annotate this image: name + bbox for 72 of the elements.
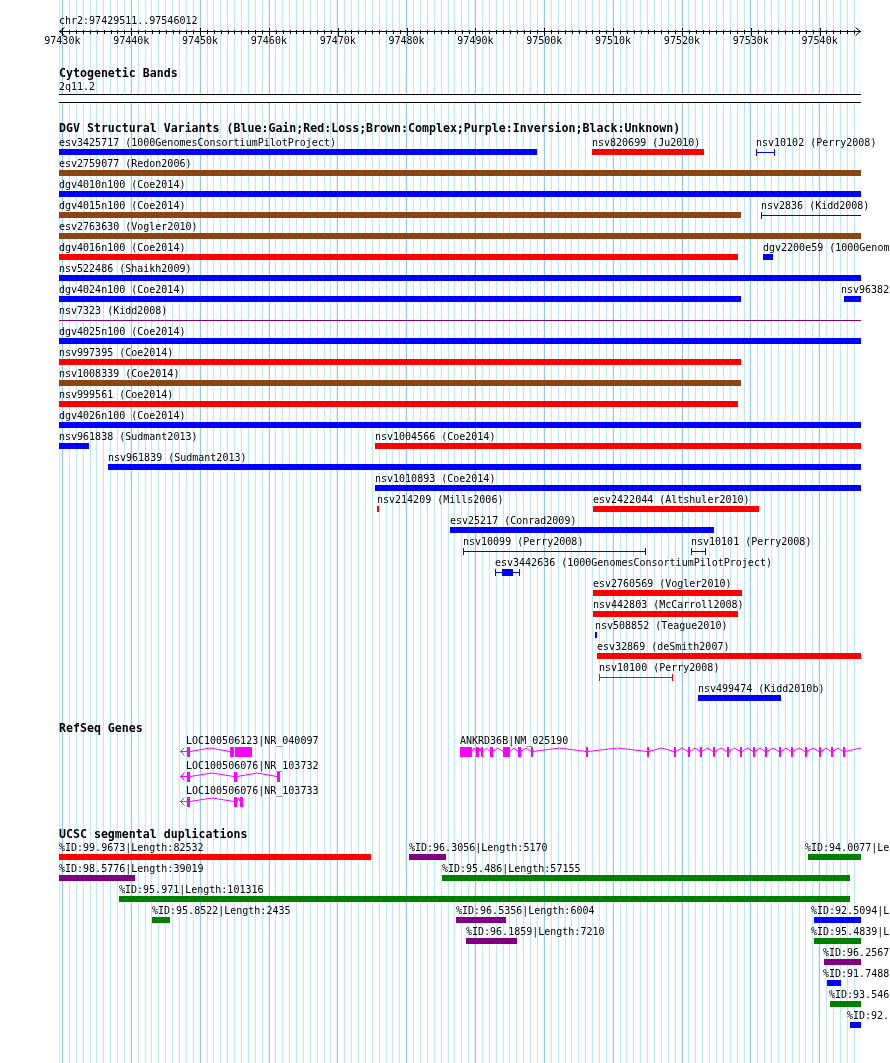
variant-label: dgv2200e59 (1000Genom bbox=[763, 242, 890, 254]
duplication-label: %ID:95.8522|Length:2435 bbox=[152, 905, 291, 917]
ruler-tick-label: 97470k bbox=[319, 35, 356, 47]
ruler-tick-label: 97450k bbox=[182, 35, 219, 47]
track-title: RefSeq Genes bbox=[59, 722, 143, 735]
duplication-label: %ID:93.546 bbox=[829, 989, 890, 1001]
ruler-tick-label: 97540k bbox=[801, 35, 838, 47]
variant-label: dgv4024n100 (Coe2014) bbox=[59, 284, 186, 296]
duplication-label: %ID:91.7488 bbox=[823, 968, 890, 980]
variant-label: dgv4025n100 (Coe2014) bbox=[59, 326, 186, 338]
track-title: Cytogenetic Bands bbox=[59, 67, 178, 80]
variant-label: nsv522486 (Shaikh2009) bbox=[59, 263, 192, 275]
gene-label: LOC100506123|NR_040097 bbox=[186, 735, 319, 747]
duplication-label: %ID:92. bbox=[847, 1010, 890, 1022]
variant-label: esv2422044 (Altshuler2010) bbox=[593, 494, 750, 506]
variant-label: nsv820699 (Ju2010) bbox=[592, 137, 701, 149]
variant-label: nsv96382 bbox=[841, 284, 890, 296]
variant-label: nsv10099 (Perry2008) bbox=[463, 536, 584, 548]
gene-label: LOC100506076|NR_103733 bbox=[186, 785, 319, 797]
variant-label: esv32869 (deSmith2007) bbox=[597, 641, 730, 653]
variant-label: dgv4026n100 (Coe2014) bbox=[59, 410, 186, 422]
variant-label: nsv214209 (Mills2006) bbox=[377, 494, 504, 506]
variant-label: nsv999561 (Coe2014) bbox=[59, 389, 174, 401]
variant-label: esv2759077 (Redon2006) bbox=[59, 158, 192, 170]
duplication-label: %ID:99.9673|Length:82532 bbox=[59, 842, 204, 854]
ruler-tick-label: 97430k bbox=[44, 35, 81, 47]
duplication-label: %ID:98.5776|Length:39019 bbox=[59, 863, 204, 875]
variant-label: nsv997395 (Coe2014) bbox=[59, 347, 174, 359]
variant-label: nsv2836 (Kidd2008) bbox=[761, 200, 870, 212]
variant-label: esv3425717 (1000GenomesConsortiumPilotProject) bbox=[59, 137, 336, 149]
variant-label: nsv961838 (Sudmant2013) bbox=[59, 431, 198, 443]
duplication-label: %ID:95.971|Length:101316 bbox=[119, 884, 264, 896]
variant-label: nsv1008339 (Coe2014) bbox=[59, 368, 180, 380]
ruler-tick-label: 97480k bbox=[388, 35, 425, 47]
ruler-tick-label: 97520k bbox=[663, 35, 700, 47]
ruler-tick-label: 97490k bbox=[457, 35, 494, 47]
variant-label: esv2763630 (Vogler2010) bbox=[59, 221, 198, 233]
variant-label: nsv10102 (Perry2008) bbox=[756, 137, 877, 149]
duplication-label: %ID:96.5356|Length:6004 bbox=[456, 905, 595, 917]
duplication-label: %ID:96.2567 bbox=[823, 947, 890, 959]
track-title: UCSC segmental duplications bbox=[59, 828, 248, 841]
duplication-label: %ID:94.0077|Le bbox=[805, 842, 890, 854]
variant-label: nsv1004566 (Coe2014) bbox=[375, 431, 496, 443]
variant-label: nsv10100 (Perry2008) bbox=[599, 662, 720, 674]
variant-label: esv2760569 (Vogler2010) bbox=[593, 578, 732, 590]
ruler-tick-label: 97530k bbox=[732, 35, 769, 47]
gene-label: ANKRD36B|NM_025190 bbox=[460, 735, 569, 747]
variant-label: nsv442803 (McCarroll2008) bbox=[593, 599, 744, 611]
variant-label: dgv4016n100 (Coe2014) bbox=[59, 242, 186, 254]
variant-label: esv25217 (Conrad2009) bbox=[450, 515, 577, 527]
ruler-tick-label: 97510k bbox=[595, 35, 632, 47]
variant-label: nsv1010893 (Coe2014) bbox=[375, 473, 496, 485]
duplication-label: %ID:95.4839|L bbox=[811, 926, 890, 938]
duplication-label: %ID:95.486|Length:57155 bbox=[442, 863, 581, 875]
variant-label: nsv499474 (Kidd2010b) bbox=[698, 683, 825, 695]
duplication-label: %ID:92.5094|L bbox=[811, 905, 890, 917]
ruler-tick-label: 97500k bbox=[526, 35, 563, 47]
variant-label: nsv508852 (Teague2010) bbox=[595, 620, 728, 632]
gene-label: LOC100506076|NR_103732 bbox=[186, 760, 319, 772]
variant-label: nsv10101 (Perry2008) bbox=[691, 536, 812, 548]
variant-label: dgv4010n100 (Coe2014) bbox=[59, 179, 186, 191]
variant-label: esv3442636 (1000GenomesConsortiumPilotProject) bbox=[495, 557, 772, 569]
ruler-tick-label: 97440k bbox=[113, 35, 150, 47]
variant-label: dgv4015n100 (Coe2014) bbox=[59, 200, 186, 212]
duplication-label: %ID:96.1859|Length:7210 bbox=[466, 926, 605, 938]
cytoband-label: 2q11.2 bbox=[59, 81, 96, 93]
variant-label: nsv961839 (Sudmant2013) bbox=[108, 452, 247, 464]
ruler-tick-label: 97460k bbox=[250, 35, 287, 47]
track-title: DGV Structural Variants (Blue:Gain;Red:Loss;Brown:Complex;Purple:Inversion;Black:Unknown) bbox=[59, 122, 681, 135]
duplication-label: %ID:96.3056|Length:5170 bbox=[409, 842, 548, 854]
region-label: chr2:97429511..97546012 bbox=[59, 15, 198, 27]
variant-label: nsv7323 (Kidd2008) bbox=[59, 305, 168, 317]
